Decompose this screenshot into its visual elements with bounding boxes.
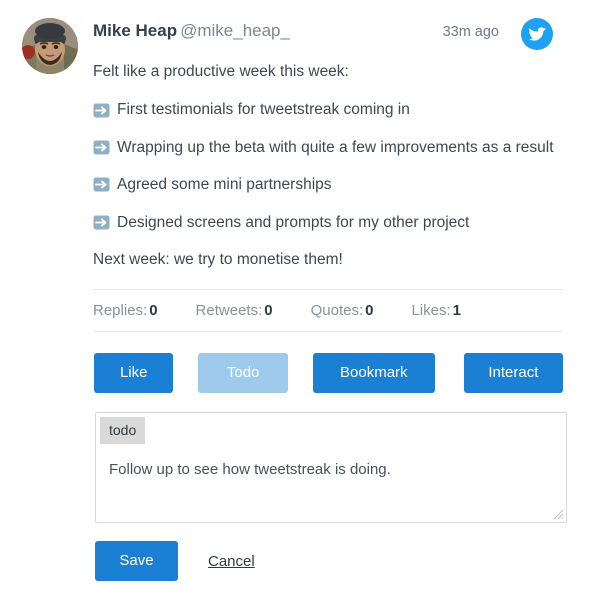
stat-value: 1 xyxy=(452,302,461,320)
resize-handle-icon[interactable] xyxy=(553,509,564,520)
tweet-bullet-text: Wrapping up the beta with quite a few im… xyxy=(117,138,554,156)
note-textarea-value[interactable]: Follow up to see how tweetstreak is doin… xyxy=(109,460,554,480)
stat-quotes: Quotes: 0 xyxy=(311,302,374,319)
stat-value: 0 xyxy=(365,302,374,320)
stat-likes: Likes: 1 xyxy=(411,302,461,319)
tweet-bullet-3: Agreed some mini partnerships xyxy=(93,175,563,194)
timestamp: 33m ago xyxy=(442,24,499,40)
tweet-card: Mike Heap @mike_heap_ 33m ago Felt like a… xyxy=(0,0,589,593)
user-avatar-photo xyxy=(22,18,78,74)
stat-label: Replies: xyxy=(93,302,148,320)
tweet-bullet-text: Agreed some mini partnerships xyxy=(117,176,332,194)
stat-retweets: Retweets: 0 xyxy=(196,302,273,319)
author-name[interactable]: Mike Heap xyxy=(93,21,177,40)
author-handle[interactable]: @mike_heap_ xyxy=(180,21,290,40)
stat-replies: Replies: 0 xyxy=(93,302,158,319)
tweet-bullet-2: Wrapping up the beta with quite a few im… xyxy=(93,138,563,157)
bookmark-button[interactable]: Bookmark xyxy=(312,353,435,394)
right-arrow-emoji xyxy=(93,102,110,119)
tweet-bullet-4: Designed screens and prompts for my othe… xyxy=(93,213,563,232)
tweet-header: Mike Heap @mike_heap_ 33m ago xyxy=(22,18,565,74)
save-button[interactable]: Save xyxy=(95,541,178,582)
stat-value: 0 xyxy=(149,302,158,320)
right-arrow-emoji xyxy=(93,214,110,231)
right-arrow-emoji xyxy=(93,176,110,193)
like-button[interactable]: Like xyxy=(94,353,174,394)
interact-button[interactable]: Interact xyxy=(463,353,563,394)
action-button-row: Like Todo Bookmark Interact xyxy=(94,353,563,394)
stat-label: Quotes: xyxy=(310,302,364,320)
author-line: Mike Heap @mike_heap_ xyxy=(93,18,290,40)
note-type-badge: todo xyxy=(100,417,146,445)
note-footer: Save Cancel xyxy=(95,541,563,582)
twitter-bird-icon[interactable] xyxy=(521,18,553,50)
right-arrow-emoji xyxy=(93,139,110,156)
twitter-bird-glyph xyxy=(528,26,546,41)
tweet-bullet-text: Designed screens and prompts for my othe… xyxy=(117,213,470,231)
tweet-bullet-1: First testimonials for tweetstreak comin… xyxy=(93,100,563,119)
cancel-link[interactable]: Cancel xyxy=(208,553,255,570)
tweet-closing-line: Next week: we try to monetise them! xyxy=(93,250,343,268)
stat-label: Retweets: xyxy=(195,302,263,320)
stat-value: 0 xyxy=(264,302,273,320)
tweet-stats: Replies: 0 Retweets: 0 Quotes: 0 Likes: 1 xyxy=(93,290,563,331)
divider-bottom xyxy=(93,331,563,333)
tweet-intro-line: Felt like a productive week this week: xyxy=(93,63,349,80)
todo-note-editor[interactable]: todo Follow up to see how tweetstreak is… xyxy=(95,412,567,524)
tweet-body: Felt like a productive week this week: F… xyxy=(93,52,567,582)
stat-label: Likes: xyxy=(411,302,451,320)
todo-button[interactable]: Todo xyxy=(198,353,288,394)
avatar[interactable] xyxy=(22,18,78,74)
tweet-bullet-text: First testimonials for tweetstreak comin… xyxy=(117,101,410,119)
